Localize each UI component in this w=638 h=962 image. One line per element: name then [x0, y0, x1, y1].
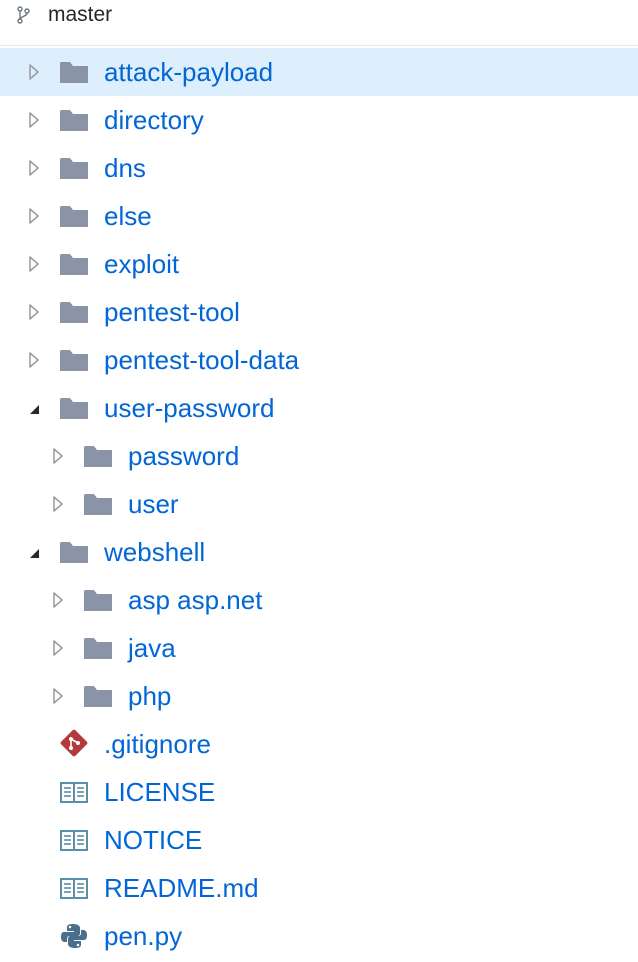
- caret-right-icon[interactable]: [50, 589, 66, 611]
- branch-header[interactable]: master: [0, 0, 638, 46]
- caret-right-icon[interactable]: [50, 493, 66, 515]
- caret-right-icon[interactable]: [26, 109, 42, 131]
- caret-right-icon[interactable]: [50, 637, 66, 659]
- tree-item-label[interactable]: webshell: [104, 537, 205, 567]
- book-icon: [59, 875, 89, 901]
- caret-right-icon[interactable]: [50, 445, 66, 467]
- python-icon: [59, 923, 89, 949]
- tree-item-label[interactable]: directory: [104, 105, 204, 135]
- tree-folder-else[interactable]: else: [0, 192, 638, 240]
- folder-icon: [59, 299, 89, 325]
- tree-folder-java[interactable]: java: [0, 624, 638, 672]
- folder-icon: [59, 395, 89, 421]
- caret-down-icon[interactable]: [26, 397, 42, 419]
- tree-item-label[interactable]: user-password: [104, 393, 275, 423]
- tree-folder-exploit[interactable]: exploit: [0, 240, 638, 288]
- tree-folder-directory[interactable]: directory: [0, 96, 638, 144]
- tree-item-label[interactable]: pentest-tool: [104, 297, 240, 327]
- folder-icon: [59, 107, 89, 133]
- tree-folder-pentest-tool-data[interactable]: pentest-tool-data: [0, 336, 638, 384]
- tree-item-label[interactable]: user: [128, 489, 179, 519]
- tree-file-pen-py[interactable]: pen.py: [0, 912, 638, 960]
- folder-icon: [59, 251, 89, 277]
- branch-name: master: [48, 3, 113, 26]
- folder-icon: [83, 683, 113, 709]
- tree-item-label[interactable]: attack-payload: [104, 57, 273, 87]
- folder-icon: [59, 539, 89, 565]
- caret-right-icon[interactable]: [26, 253, 42, 275]
- caret-down-icon[interactable]: [26, 541, 42, 563]
- tree-item-label[interactable]: asp asp.net: [128, 585, 262, 615]
- folder-icon: [83, 635, 113, 661]
- caret-right-icon[interactable]: [26, 205, 42, 227]
- tree-item-label[interactable]: pen.py: [104, 921, 182, 951]
- tree-folder-dns[interactable]: dns: [0, 144, 638, 192]
- tree-file-notice[interactable]: NOTICE: [0, 816, 638, 864]
- tree-item-label[interactable]: README.md: [104, 873, 259, 903]
- tree-item-label[interactable]: .gitignore: [104, 729, 211, 759]
- tree-item-label[interactable]: exploit: [104, 249, 179, 279]
- folder-icon: [59, 155, 89, 181]
- tree-item-label[interactable]: pentest-tool-data: [104, 345, 299, 375]
- tree-folder-user[interactable]: user: [0, 480, 638, 528]
- tree-file-readme-md[interactable]: README.md: [0, 864, 638, 912]
- folder-icon: [83, 587, 113, 613]
- caret-right-icon[interactable]: [26, 301, 42, 323]
- file-tree: attack-payload directory dns else exploit pen…: [0, 48, 638, 960]
- tree-folder-user-password[interactable]: user-password: [0, 384, 638, 432]
- folder-icon: [83, 491, 113, 517]
- folder-icon: [59, 203, 89, 229]
- tree-item-label[interactable]: dns: [104, 153, 146, 183]
- tree-item-label[interactable]: NOTICE: [104, 825, 202, 855]
- book-icon: [59, 779, 89, 805]
- tree-item-label[interactable]: else: [104, 201, 152, 231]
- caret-right-icon[interactable]: [26, 349, 42, 371]
- folder-icon: [83, 443, 113, 469]
- tree-file-gitignore[interactable]: .gitignore: [0, 720, 638, 768]
- file-tree-panel: master attack-payload directory dns else exp…: [0, 0, 638, 962]
- tree-folder-asp-asp-net[interactable]: asp asp.net: [0, 576, 638, 624]
- tree-item-label[interactable]: password: [128, 441, 239, 471]
- tree-item-label[interactable]: LICENSE: [104, 777, 215, 807]
- tree-item-label[interactable]: php: [128, 681, 171, 711]
- tree-folder-pentest-tool[interactable]: pentest-tool: [0, 288, 638, 336]
- tree-folder-password[interactable]: password: [0, 432, 638, 480]
- tree-item-label[interactable]: java: [128, 633, 176, 663]
- caret-right-icon[interactable]: [50, 685, 66, 707]
- folder-icon: [59, 59, 89, 85]
- tree-folder-php[interactable]: php: [0, 672, 638, 720]
- tree-folder-webshell[interactable]: webshell: [0, 528, 638, 576]
- caret-right-icon[interactable]: [26, 157, 42, 179]
- git-icon: [59, 729, 89, 757]
- tree-folder-attack-payload[interactable]: attack-payload: [0, 48, 638, 96]
- book-icon: [59, 827, 89, 853]
- caret-right-icon[interactable]: [26, 61, 42, 83]
- tree-file-license[interactable]: LICENSE: [0, 768, 638, 816]
- folder-icon: [59, 347, 89, 373]
- git-branch-icon: [16, 6, 32, 24]
